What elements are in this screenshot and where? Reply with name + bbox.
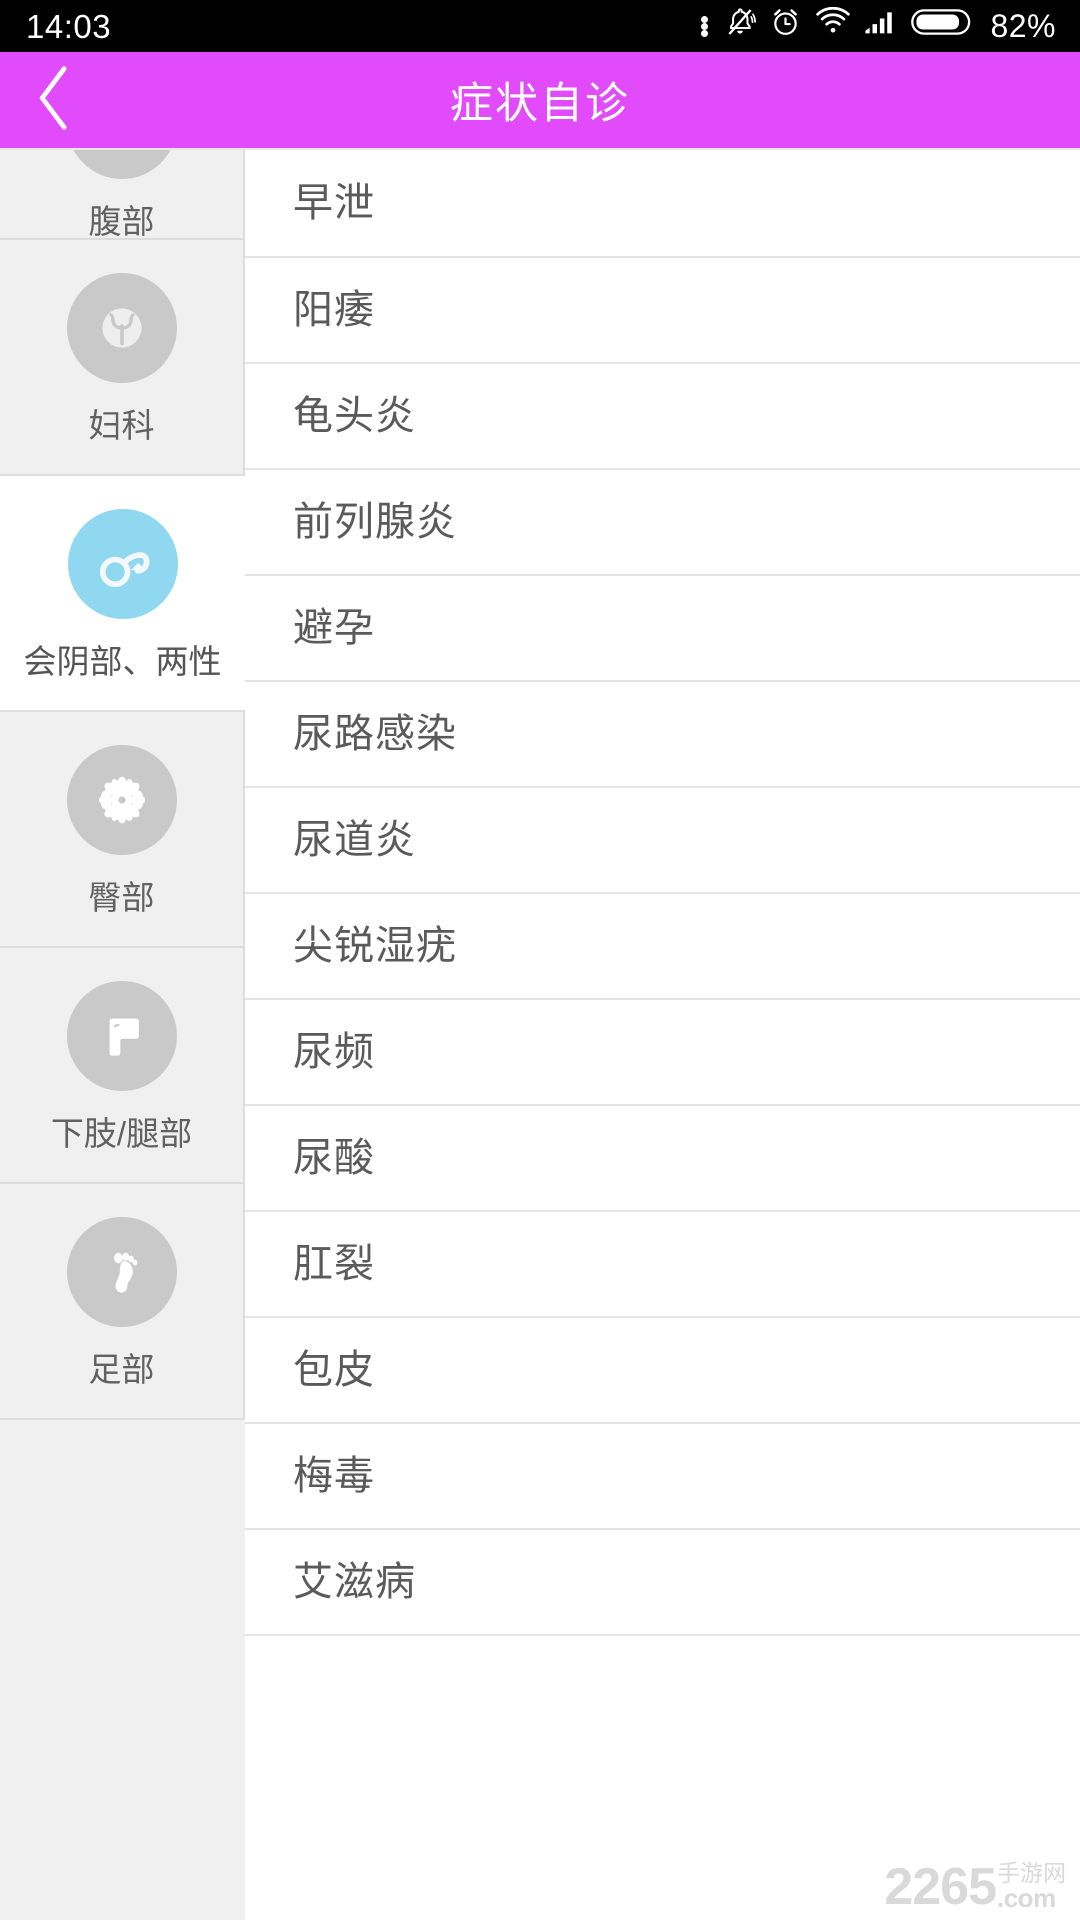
list-item-label: 尿频 [293,1030,375,1074]
more-dots-icon [701,15,709,37]
stomach-icon [66,150,177,179]
list-item-label: 艾滋病 [293,1560,416,1604]
sidebar-item-label: 臀部 [88,878,155,916]
content-area: 腹部 妇科 会阴部、两性 臀部 下肢/腿部 足部 早泄 阳痿 龟头炎 前列腺炎 … [0,148,1080,1920]
category-sidebar[interactable]: 腹部 妇科 会阴部、两性 臀部 下肢/腿部 足部 [0,150,245,1920]
list-item[interactable]: 梅毒 [245,1424,1080,1530]
list-item-label: 早泄 [293,181,375,225]
list-item-label: 梅毒 [293,1454,375,1498]
status-bar: 14:03 82% [0,0,1080,52]
battery-icon [911,7,973,45]
chevron-left-icon [33,61,77,140]
list-item[interactable]: 肛裂 [245,1212,1080,1318]
status-icons: 82% [701,5,1056,47]
list-item[interactable]: 前列腺炎 [245,470,1080,576]
back-button[interactable] [0,52,110,148]
sidebar-item-abdomen[interactable]: 腹部 [0,150,245,240]
list-item[interactable]: 避孕 [245,576,1080,682]
symptom-list[interactable]: 早泄 阳痿 龟头炎 前列腺炎 避孕 尿路感染 尿道炎 尖锐湿疣 尿频 尿酸 肛裂… [245,150,1080,1920]
footprint-icon [66,1216,177,1327]
sidebar-item-label: 会阴部、两性 [23,642,222,680]
uterus-icon [66,272,177,383]
list-item[interactable]: 尖锐湿疣 [245,894,1080,1000]
list-item-label: 避孕 [293,606,375,650]
list-item-label: 尿酸 [293,1136,375,1180]
list-item-label: 阳痿 [293,288,375,332]
list-item[interactable]: 尿酸 [245,1106,1080,1212]
sidebar-item-label: 下肢/腿部 [50,1114,193,1152]
sidebar-item-buttocks[interactable]: 臀部 [0,712,245,948]
status-clock: 14:03 [26,7,112,45]
alarm-clock-icon [769,5,802,47]
sidebar-item-foot[interactable]: 足部 [0,1184,245,1420]
sidebar-item-gynecology[interactable]: 妇科 [0,240,245,476]
list-item[interactable]: 尿道炎 [245,788,1080,894]
list-item-label: 包皮 [293,1348,375,1392]
cellular-signal-icon [864,7,898,45]
phone-screen: 14:03 82% 症状自诊 腹部 妇科 会阴部、两性 臀部 下肢/腿部 足部 … [0,0,1080,1920]
list-item[interactable]: 早泄 [245,150,1080,258]
sidebar-item-perineum-sexual[interactable]: 会阴部、两性 [0,476,245,712]
sidebar-item-label: 足部 [88,1350,155,1388]
list-item-label: 尿道炎 [293,818,416,862]
list-item[interactable]: 艾滋病 [245,1530,1080,1636]
list-item[interactable]: 阳痿 [245,258,1080,364]
list-item-label: 尿路感染 [293,712,457,756]
list-item[interactable]: 包皮 [245,1318,1080,1424]
list-item-label: 龟头炎 [293,394,416,438]
sidebar-item-label: 妇科 [88,406,155,444]
wifi-icon [815,6,851,45]
list-item[interactable]: 尿频 [245,1000,1080,1106]
list-item[interactable]: 尿路感染 [245,682,1080,788]
male-gender-icon [67,508,178,619]
bell-muted-icon [724,5,757,47]
battery-percent-label: 82% [990,8,1056,44]
list-item-label: 尖锐湿疣 [293,924,457,968]
page-title: 症状自诊 [450,80,630,128]
flower-anus-icon [66,744,177,855]
leg-icon [66,980,177,1091]
list-item-label: 肛裂 [293,1242,375,1286]
list-item-label: 前列腺炎 [293,500,457,544]
sidebar-item-lower-limb-leg[interactable]: 下肢/腿部 [0,948,245,1184]
list-item[interactable]: 龟头炎 [245,364,1080,470]
sidebar-item-label: 腹部 [88,203,155,240]
app-header: 症状自诊 [0,52,1080,148]
